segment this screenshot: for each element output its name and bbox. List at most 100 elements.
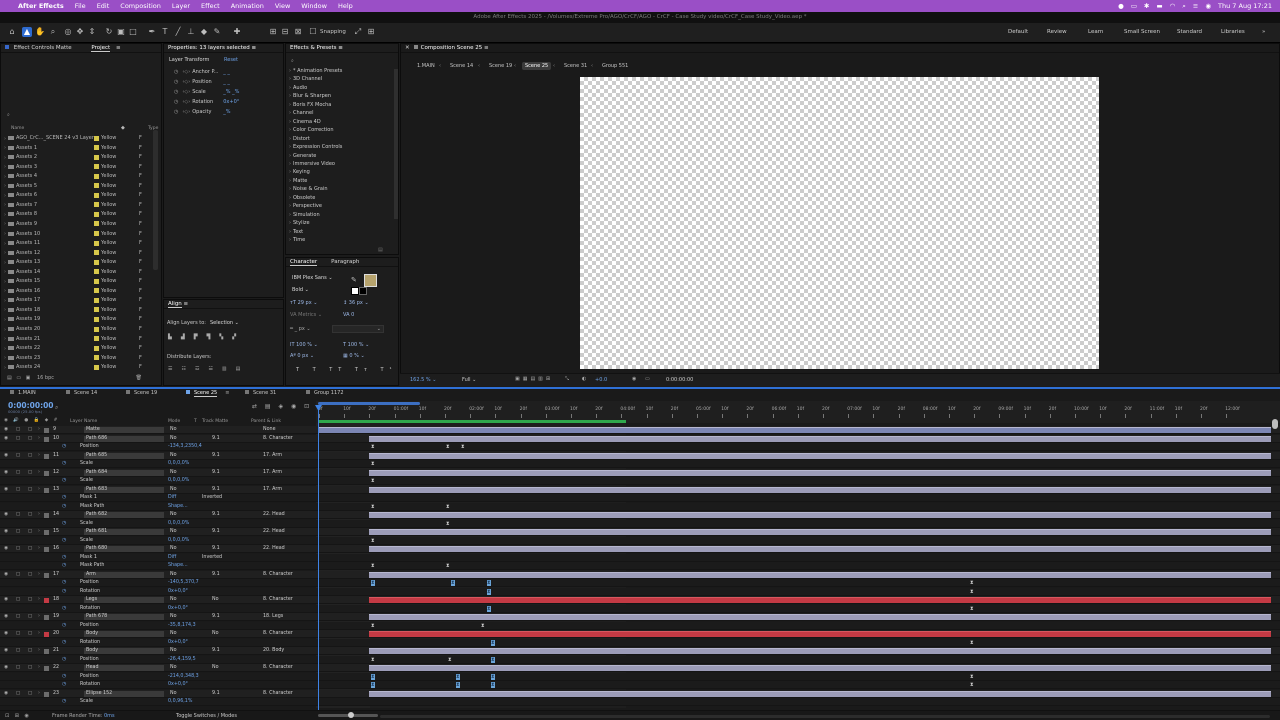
tab-paragraph[interactable]: Paragraph: [331, 259, 359, 265]
project-item[interactable]: › Assets 10 Yellow F: [4, 231, 159, 239]
label-color-swatch[interactable]: [94, 297, 99, 303]
tab-effect-controls[interactable]: Effect Controls Matte: [14, 45, 72, 51]
creative-cloud-icon[interactable]: ●: [1118, 2, 1124, 10]
property-row[interactable]: [0, 477, 1280, 485]
menu-effect[interactable]: Effect: [201, 2, 220, 10]
layer-parent[interactable]: 8. Character: [263, 691, 293, 696]
stopwatch-icon[interactable]: ◷: [174, 99, 178, 105]
work-area-start[interactable]: [318, 402, 420, 405]
workspace-standard[interactable]: Standard: [1177, 29, 1202, 35]
twirl-icon[interactable]: ›: [38, 546, 40, 551]
layer-name[interactable]: Body: [84, 631, 164, 637]
stopwatch-icon[interactable]: ◷: [62, 640, 66, 645]
timeline-hscroll[interactable]: [380, 715, 1270, 718]
stopwatch-icon[interactable]: ◷: [62, 504, 66, 509]
footer-icons[interactable]: ⊡ ⊞ ◉: [5, 713, 31, 719]
disclosure-icon[interactable]: ›: [4, 307, 6, 313]
label-color-swatch[interactable]: [94, 316, 99, 322]
menubar-clock[interactable]: Thu 7 Aug 17:21: [1218, 2, 1272, 10]
layer-parent[interactable]: 8. Character: [263, 436, 293, 441]
project-item[interactable]: › Assets 9 Yellow F: [4, 221, 159, 229]
disclosure-icon[interactable]: ›: [4, 136, 6, 142]
layer-parent[interactable]: 20. Body: [263, 648, 284, 653]
kerning-field[interactable]: VA Metrics ⌄: [290, 312, 322, 318]
layer-mode[interactable]: No: [170, 427, 177, 432]
fill-color-swatch[interactable]: [364, 274, 377, 287]
stopwatch-icon[interactable]: ◷: [62, 444, 66, 449]
hand-tool-icon[interactable]: ✋: [35, 27, 45, 37]
project-item[interactable]: › Assets 12 Yellow F: [4, 250, 159, 258]
tab-close-icon[interactable]: ≡: [225, 390, 229, 396]
col-t[interactable]: T: [194, 419, 197, 424]
project-item[interactable]: › Assets 1 Yellow F: [4, 145, 159, 153]
label-color-swatch[interactable]: [94, 288, 99, 294]
label-color-swatch[interactable]: [94, 164, 99, 170]
toggle-switches-modes[interactable]: Toggle Switches / Modes: [176, 713, 237, 719]
stopwatch-icon[interactable]: ◷: [62, 563, 66, 568]
property-row[interactable]: [0, 638, 1280, 647]
disclosure-icon[interactable]: ›: [4, 212, 6, 218]
layer-track-matte[interactable]: 9.1: [212, 614, 220, 619]
property-value[interactable]: 0x+0,0°: [168, 589, 188, 594]
property-value[interactable]: _%: [223, 109, 230, 115]
layer-name[interactable]: Matte: [84, 427, 164, 433]
keyframe[interactable]: ⧗: [371, 478, 375, 484]
col-mode[interactable]: Mode: [168, 419, 180, 424]
label-color-swatch[interactable]: [94, 183, 99, 189]
property-value[interactable]: 0,0,0,0%: [168, 538, 189, 543]
layer-mode[interactable]: No: [170, 512, 177, 517]
disclosure-icon[interactable]: ›: [289, 212, 291, 218]
keyframe[interactable]: ⧗: [371, 538, 375, 544]
close-icon[interactable]: ✕: [405, 45, 410, 51]
project-col-name[interactable]: Name: [11, 126, 24, 131]
layer-name[interactable]: Path 681: [84, 529, 164, 535]
dolly-tool-icon[interactable]: ⇕: [87, 27, 97, 37]
col-layer-name[interactable]: Layer Name: [70, 419, 97, 424]
layer-parent[interactable]: 17. Arm: [263, 470, 282, 475]
twirl-icon[interactable]: ›: [38, 512, 40, 517]
layer-duration-bar[interactable]: [369, 469, 1271, 476]
layer-switches[interactable]: ◉ ▢ ▢: [4, 572, 35, 577]
layer-parent[interactable]: None: [263, 427, 276, 432]
resolution-dropdown[interactable]: Full ⌄: [462, 377, 476, 383]
layer-duration-bar[interactable]: [369, 648, 1271, 654]
effects-category[interactable]: › Simulation: [289, 212, 320, 218]
disclosure-icon[interactable]: ›: [289, 119, 291, 125]
menu-window[interactable]: Window: [301, 2, 327, 10]
align-buttons[interactable]: ▙▟▛▜▚▞: [168, 334, 245, 340]
rotate-tool-icon[interactable]: ↻: [104, 27, 114, 37]
effects-category[interactable]: › Expression Controls: [289, 144, 342, 150]
label-color-swatch[interactable]: [94, 250, 99, 256]
layer-name[interactable]: Ellipse 152: [84, 690, 164, 697]
mask-inverted[interactable]: Inverted: [202, 555, 222, 560]
project-item[interactable]: › Assets 20 Yellow F: [4, 326, 159, 334]
label-color-swatch[interactable]: [94, 336, 99, 342]
layer-switches[interactable]: ◉ ▢ ▢: [4, 648, 35, 653]
effects-category[interactable]: › Noise & Grain: [289, 186, 328, 192]
layer-name[interactable]: Path 680: [84, 546, 164, 552]
stroke-type-dropdown[interactable]: ⌄: [332, 325, 384, 333]
layer-label-swatch[interactable]: [44, 453, 49, 459]
white-swatch[interactable]: [351, 287, 359, 295]
layer-mode[interactable]: No: [170, 614, 177, 619]
layer-mode[interactable]: No: [170, 470, 177, 475]
layer-label-swatch[interactable]: [44, 547, 49, 552]
disclosure-icon[interactable]: ›: [289, 178, 291, 184]
property-value[interactable]: 0x+0°: [223, 99, 239, 105]
disclosure-icon[interactable]: ›: [289, 220, 291, 226]
project-scrollbar[interactable]: [153, 130, 158, 270]
layer-name[interactable]: Path 685: [84, 452, 164, 459]
layer-name[interactable]: Body: [84, 648, 164, 654]
disclosure-icon[interactable]: ›: [4, 241, 6, 247]
label-color-swatch[interactable]: [94, 269, 99, 275]
keyframe[interactable]: ⧗: [970, 682, 974, 688]
disclosure-icon[interactable]: ›: [4, 327, 6, 333]
screen-icon[interactable]: ▭: [1131, 2, 1137, 10]
keyframe[interactable]: ⧗: [371, 673, 375, 680]
comp-crumb[interactable]: Scene 14: [447, 62, 476, 70]
layer-duration-bar[interactable]: [369, 486, 1271, 493]
label-color-swatch[interactable]: [94, 202, 99, 208]
stroke-width-field[interactable]: ═ _ px ⌄: [290, 326, 311, 332]
property-value[interactable]: 0x+0,0°: [168, 606, 188, 611]
layer-duration-bar[interactable]: [369, 452, 1271, 459]
